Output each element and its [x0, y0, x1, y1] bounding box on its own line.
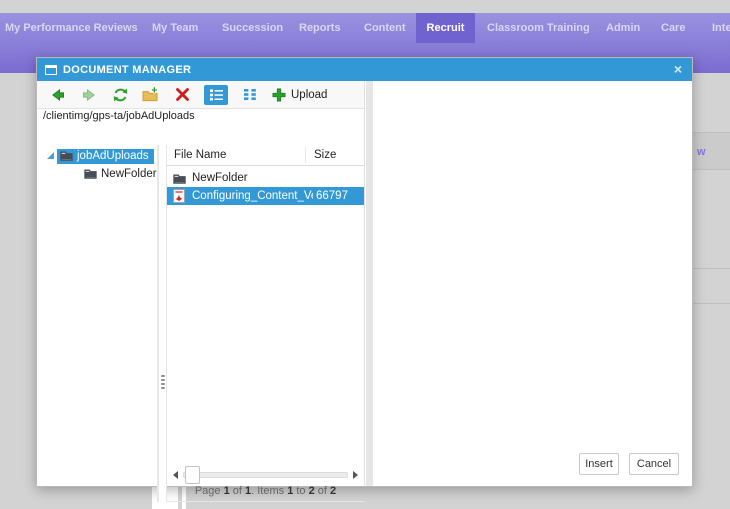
delete-icon [175, 87, 190, 102]
file-list-header: File Name Size [167, 145, 364, 166]
splitter-grip-icon [161, 375, 165, 389]
scroll-left-icon[interactable] [173, 471, 178, 479]
file-name: Configuring_Content_Vendo [192, 190, 313, 202]
tree-item-jobaduploads[interactable]: jobAdUploads [37, 147, 157, 165]
pager-status: Page 1 of 1. Items 1 to 2 of 2 [167, 485, 364, 502]
new-folder-button[interactable] [142, 86, 160, 104]
column-header-file-name[interactable]: File Name [167, 149, 305, 161]
folder-icon [60, 150, 73, 161]
forward-button[interactable] [80, 86, 98, 104]
tree-item-label: jobAdUploads [77, 149, 149, 162]
pager-text: . Items [251, 485, 288, 497]
file-row-selected-pdf[interactable]: Configuring_Content_Vendo 66797 [167, 187, 364, 205]
upload-button[interactable]: Upload [272, 88, 327, 102]
nav-item-content[interactable]: Content [364, 22, 406, 34]
nav-item-inte-truncated[interactable]: Inte [712, 22, 730, 34]
refresh-button[interactable] [111, 86, 129, 104]
nav-item-my-team[interactable]: My Team [152, 22, 198, 34]
window-icon [45, 64, 57, 75]
column-header-size[interactable]: Size [305, 147, 336, 163]
dialog-title: DOCUMENT MANAGER [63, 63, 192, 76]
close-icon[interactable]: × [674, 60, 682, 79]
folder-tree: jobAdUploads NewFolder [37, 145, 158, 502]
nav-item-reports[interactable]: Reports [299, 22, 341, 34]
nav-item-admin[interactable]: Admin [606, 22, 640, 34]
dialog-titlebar[interactable]: DOCUMENT MANAGER × [37, 58, 692, 81]
delete-button[interactable] [173, 86, 191, 104]
file-manager-toolbar: Upload [37, 81, 364, 109]
panel-splitter[interactable] [158, 145, 167, 502]
pager-text: Page [194, 485, 224, 497]
upload-button-label: Upload [291, 88, 328, 101]
pager-text: of [314, 485, 331, 497]
list-view-button[interactable] [204, 84, 228, 105]
pager-text: of [229, 485, 245, 497]
upload-plus-icon [272, 88, 286, 102]
file-list-panel: File Name Size NewFolder Configuring_Con… [167, 145, 364, 502]
nav-item-my-performance-reviews[interactable]: My Performance Reviews [5, 22, 138, 34]
cancel-button[interactable]: Cancel [629, 453, 679, 475]
file-name: NewFolder [192, 172, 248, 184]
scroll-right-icon[interactable] [353, 471, 358, 479]
nav-item-recruit-active[interactable]: Recruit [416, 13, 475, 43]
file-size: 66797 [316, 190, 348, 202]
nav-item-care[interactable]: Care [661, 22, 685, 34]
pdf-file-icon [173, 189, 188, 203]
file-manager-section: Upload /clientimg/gps-ta/jobAdUploads jo… [37, 81, 365, 502]
document-manager-dialog: DOCUMENT MANAGER × Upload /clientimg/gps… [36, 57, 693, 502]
path-bar[interactable]: /clientimg/gps-ta/jobAdUploads [37, 109, 364, 123]
insert-button[interactable]: Insert [579, 453, 619, 475]
pager-text: to [293, 485, 309, 497]
file-rows: NewFolder Configuring_Content_Vendo [167, 169, 364, 205]
back-button[interactable] [49, 86, 67, 104]
folder-icon [173, 173, 188, 184]
current-path: /clientimg/gps-ta/jobAdUploads [43, 110, 195, 122]
nav-item-classroom-training[interactable]: Classroom Training [487, 22, 590, 34]
pager-item-total: 2 [330, 485, 337, 497]
nav-item-succession[interactable]: Succession [222, 22, 283, 34]
scrollbar-thumb[interactable] [185, 466, 200, 484]
back-arrow-icon [50, 87, 66, 103]
file-row-newfolder[interactable]: NewFolder [167, 169, 364, 187]
tree-node-selected[interactable]: jobAdUploads [57, 148, 154, 164]
refresh-icon [112, 87, 129, 103]
scrollbar-track[interactable] [183, 466, 348, 484]
tree-item-newfolder[interactable]: NewFolder [37, 165, 157, 183]
section-splitbar[interactable] [366, 81, 373, 486]
file-manager-panels: jobAdUploads NewFolder File Name Size Ne… [37, 145, 364, 502]
new-folder-icon [142, 86, 161, 103]
horizontal-scrollbar[interactable] [167, 465, 364, 485]
expand-collapse-icon[interactable] [47, 151, 54, 159]
grid-view-button[interactable] [241, 86, 259, 104]
browser-chrome-strip [0, 0, 730, 13]
grid-view-icon [243, 88, 257, 101]
forward-arrow-icon [81, 87, 97, 103]
folder-icon [84, 168, 97, 179]
tree-item-label: NewFolder [101, 167, 157, 180]
list-view-icon [209, 89, 223, 101]
background-truncated-link[interactable]: w [697, 146, 706, 158]
tree-node[interactable]: NewFolder [81, 167, 162, 182]
